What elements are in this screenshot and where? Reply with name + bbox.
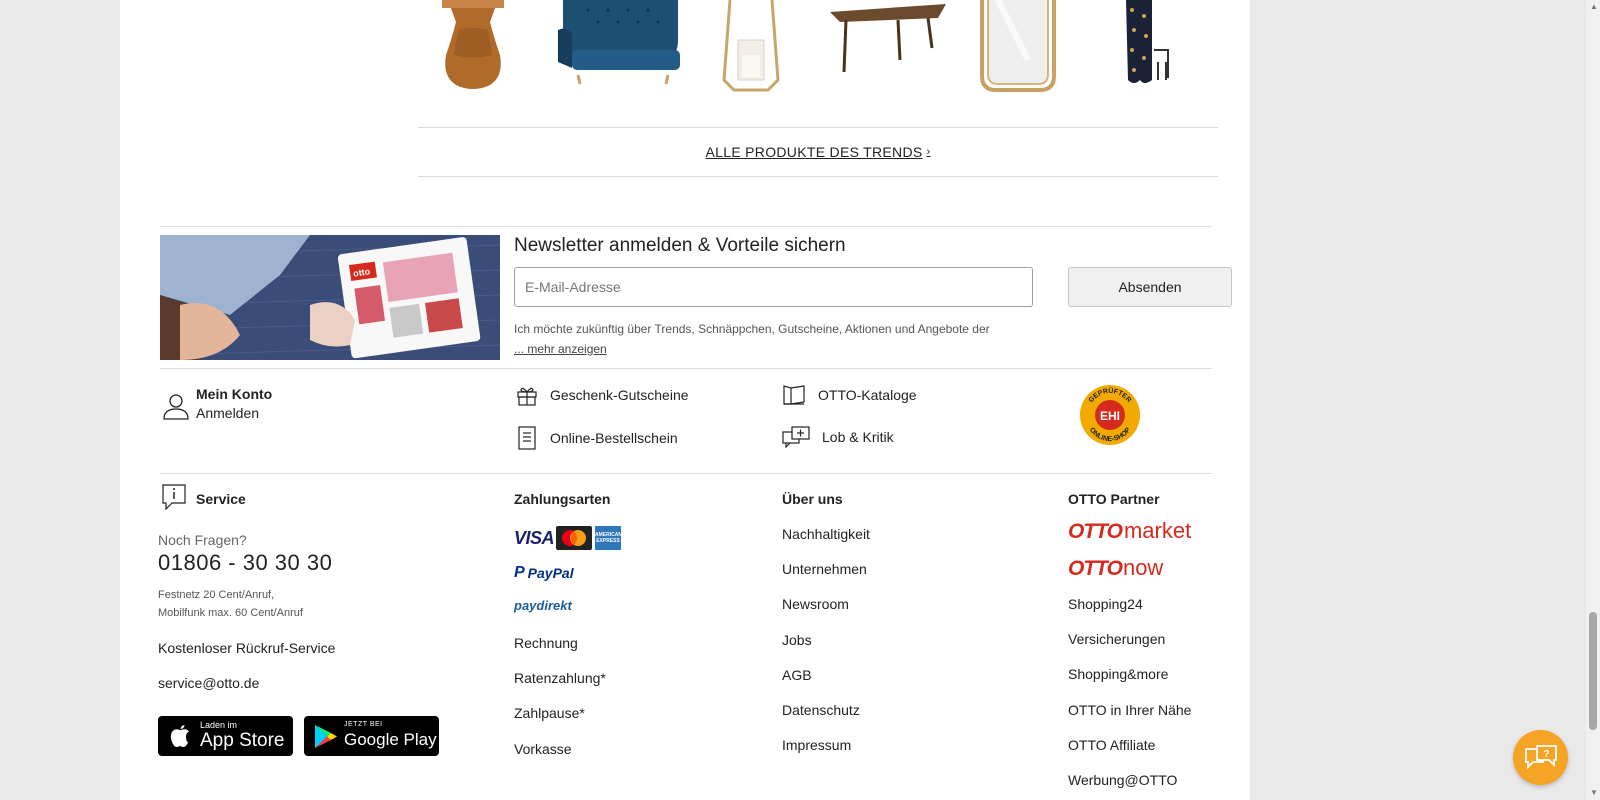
paydirekt-logo: paydirekt [514, 598, 572, 613]
trend-products [420, 0, 1220, 120]
callback-service-link[interactable]: Kostenloser Rückruf-Service [158, 640, 335, 656]
partner-link-4[interactable]: OTTO Affiliate [1068, 737, 1155, 753]
newsletter-title: Newsletter anmelden & Vorteile sichern [514, 235, 846, 256]
divider [160, 226, 1212, 227]
partner-link-0[interactable]: Shopping24 [1068, 596, 1143, 612]
chevron-right-icon: › [926, 146, 931, 158]
feedback-icon [782, 426, 810, 448]
all-trend-products-link[interactable]: ALLE PRODUKTE DES TRENDS › [706, 144, 931, 160]
document-icon [518, 426, 536, 450]
gift-vouchers-link[interactable]: Geschenk-Gutscheine [516, 384, 689, 406]
paypal-logo: P PayPal [514, 564, 574, 582]
service-email-link[interactable]: service@otto.de [158, 675, 259, 691]
product-blue-velvet-sofa[interactable] [558, 0, 683, 85]
partner-link-2[interactable]: Shopping&more [1068, 666, 1168, 682]
service-fee-line1: Festnetz 20 Cent/Anruf, [158, 589, 275, 601]
app-store-badge[interactable]: Laden im App Store [158, 716, 293, 756]
otto-market-logo-b: market [1123, 518, 1192, 543]
payment-link-0[interactable]: Rechnung [514, 635, 578, 651]
about-link-3[interactable]: Jobs [782, 632, 812, 648]
payment-link-2[interactable]: Zahlpause* [514, 705, 585, 721]
newsletter-submit-button[interactable]: Absenden [1068, 267, 1232, 307]
user-icon [163, 394, 189, 420]
newsletter-image: otto [160, 235, 500, 360]
catalog-icon [783, 385, 805, 405]
page-content: ALLE PRODUKTE DES TRENDS › otto Newslett… [120, 0, 1250, 800]
partner-link-5[interactable]: Werbung@OTTO [1068, 772, 1177, 788]
about-title: Über uns [782, 491, 843, 507]
service-fee-info: Festnetz 20 Cent/Anruf, Mobilfunk max. 6… [158, 586, 303, 622]
scroll-down-arrow-icon[interactable]: ▼ [1590, 788, 1598, 797]
paypal-p-icon: P [514, 564, 525, 581]
google-play-small-text: JETZT BEI [344, 721, 383, 728]
otto-now-logo-b: now [1122, 555, 1164, 580]
visa-logo: VISA [514, 528, 555, 548]
about-link-2[interactable]: Newsroom [782, 596, 849, 612]
otto-now-logo-a: OTTO [1068, 557, 1123, 580]
product-brass-lantern[interactable] [720, 0, 782, 92]
catalogs-label: OTTO-Kataloge [818, 387, 917, 403]
otto-market-logo[interactable]: OTTOmarket [1068, 518, 1191, 544]
gift-icon [517, 387, 537, 406]
service-fee-line2: Mobilfunk max. 60 Cent/Anruf [158, 607, 303, 619]
newsletter-more-link[interactable]: ... mehr anzeigen [514, 342, 607, 356]
gift-vouchers-label: Geschenk-Gutscheine [550, 387, 689, 403]
about-link-1[interactable]: Unternehmen [782, 561, 867, 577]
account-login-link[interactable]: Anmelden [196, 405, 259, 421]
chat-button[interactable]: ? [1513, 730, 1568, 785]
about-link-4[interactable]: AGB [782, 667, 812, 683]
chat-icon: ? [1524, 744, 1557, 769]
ehi-seal[interactable]: EHI GEPRÜFTER ONLINE-SHOP [1078, 383, 1142, 447]
about-link-0[interactable]: Nachhaltigkeit [782, 526, 870, 542]
service-info-icon [162, 484, 186, 510]
account-title: Mein Konto [196, 386, 273, 402]
apple-icon [170, 725, 189, 747]
partner-title: OTTO Partner [1068, 491, 1160, 507]
page-scrollbar[interactable]: ▲ ▼ [1586, 0, 1600, 800]
order-form-label: Online-Bestellschein [550, 430, 678, 446]
ehi-center-text: EHI [1100, 409, 1120, 423]
payment-link-1[interactable]: Ratenzahlung* [514, 670, 606, 686]
scrollbar-thumb[interactable] [1589, 612, 1597, 730]
scroll-up-arrow-icon[interactable]: ▲ [1590, 2, 1598, 11]
product-wooden-coffee-table[interactable] [828, 0, 948, 75]
product-gold-mirror[interactable] [978, 0, 1058, 92]
all-trend-products-label: ALLE PRODUKTE DES TRENDS [705, 144, 923, 160]
about-link-5[interactable]: Datenschutz [782, 702, 860, 718]
app-store-big-text: App Store [200, 730, 285, 751]
mastercard-logo [556, 526, 592, 550]
google-play-badge[interactable]: JETZT BEI Google Play [304, 716, 439, 756]
product-patterned-curtain[interactable] [1120, 0, 1180, 88]
service-phone[interactable]: 01806 - 30 30 30 [158, 550, 332, 576]
partner-link-3[interactable]: OTTO in Ihrer Nähe [1068, 702, 1191, 718]
divider [160, 473, 1212, 474]
order-form-link[interactable]: Online-Bestellschein [516, 426, 678, 450]
feedback-link[interactable]: Lob & Kritik [782, 426, 894, 448]
catalogs-link[interactable]: OTTO-Kataloge [782, 384, 917, 406]
service-title: Service [196, 491, 246, 507]
product-round-side-table[interactable] [428, 0, 518, 92]
payment-title: Zahlungsarten [514, 491, 611, 507]
service-question: Noch Fragen? [158, 532, 247, 548]
newsletter-email-input[interactable] [514, 267, 1033, 307]
divider [160, 368, 1212, 369]
feedback-label: Lob & Kritik [822, 429, 894, 445]
svg-text:?: ? [1543, 749, 1549, 760]
trend-link-bar: ALLE PRODUKTE DES TRENDS › [418, 127, 1218, 177]
paypal-wordmark: PayPal [527, 565, 574, 581]
google-play-big-text: Google Play [344, 730, 437, 749]
amex-logo: AMERICAN EXPRESS [595, 526, 622, 550]
google-play-icon [315, 725, 337, 748]
otto-market-logo-a: OTTO [1068, 520, 1123, 543]
app-store-small-text: Laden im [200, 720, 238, 730]
payment-link-3[interactable]: Vorkasse [514, 741, 572, 757]
otto-now-logo[interactable]: OTTOnow [1068, 555, 1163, 581]
newsletter-legal-text: Ich möchte zukünftig über Trends, Schnäp… [514, 322, 990, 336]
about-link-6[interactable]: Impressum [782, 737, 851, 753]
partner-link-1[interactable]: Versicherungen [1068, 631, 1165, 647]
